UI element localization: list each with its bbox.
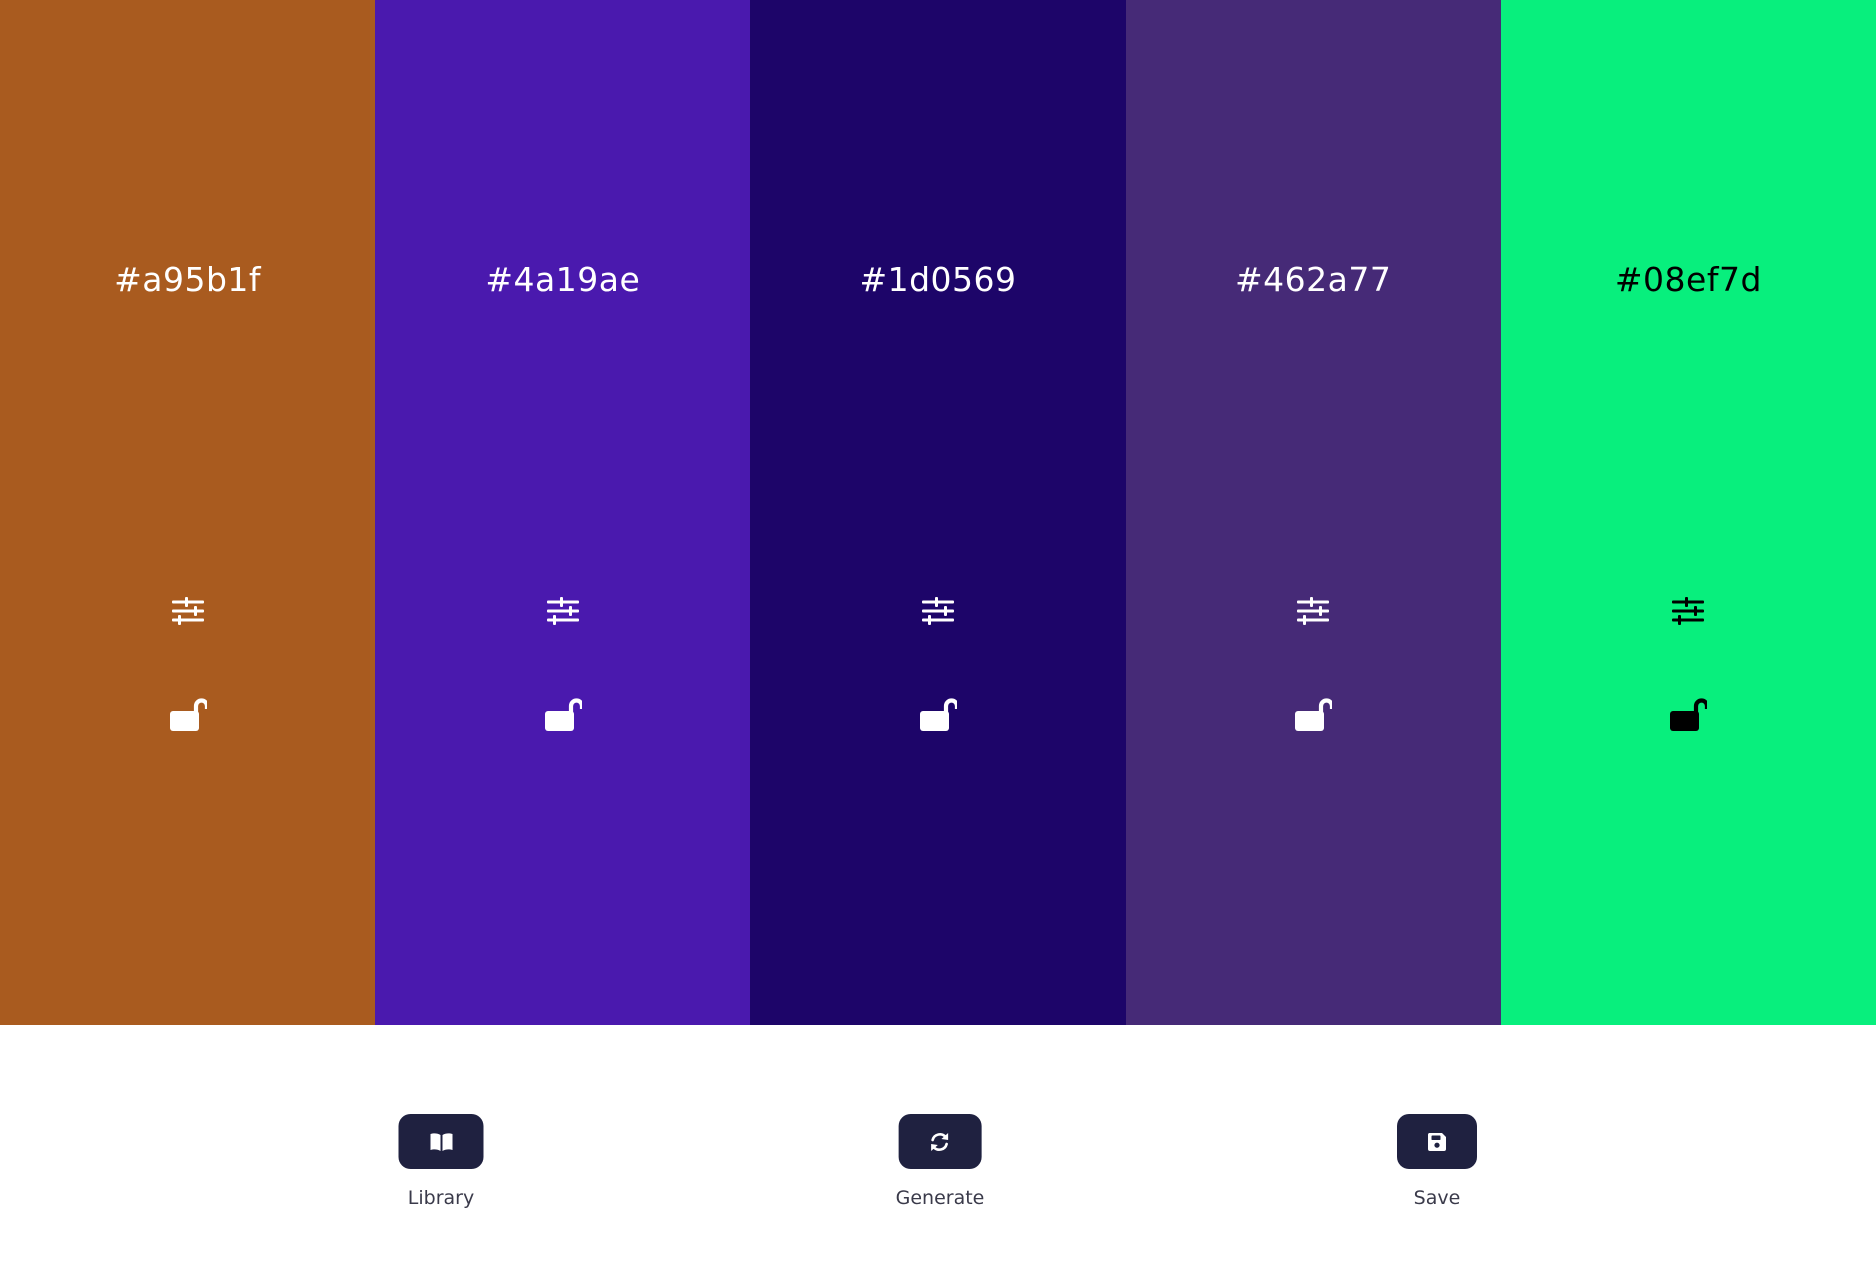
lock-toggle-button[interactable] <box>915 691 961 737</box>
generate-button[interactable] <box>898 1114 982 1169</box>
library-button[interactable] <box>398 1114 484 1169</box>
sliders-icon <box>922 597 954 625</box>
sliders-icon <box>1672 597 1705 625</box>
book-open-icon <box>430 1132 452 1151</box>
refresh-icon <box>931 1132 949 1151</box>
unlocked-padlock-icon <box>920 698 957 731</box>
library-tool: Library <box>398 1114 484 1209</box>
adjust-color-button[interactable] <box>1665 588 1711 634</box>
color-swatch-4: #462a77 <box>1125 0 1501 1025</box>
unlocked-padlock-icon <box>1670 698 1708 731</box>
color-swatch-1: #a95b1f <box>0 0 376 1025</box>
hex-code[interactable]: #4a19ae <box>375 256 750 304</box>
unlocked-padlock-icon <box>169 698 207 731</box>
hex-code[interactable]: #a95b1f <box>0 256 375 304</box>
lock-toggle-button[interactable] <box>165 691 211 737</box>
floppy-disk-icon <box>1427 1132 1446 1151</box>
bottom-toolbar: Library Generate Save <box>0 1025 1876 1281</box>
sliders-icon <box>171 597 204 625</box>
lock-toggle-button[interactable] <box>540 691 586 737</box>
adjust-color-button[interactable] <box>165 588 211 634</box>
hex-code[interactable]: #08ef7d <box>1501 256 1876 304</box>
sliders-icon <box>546 597 579 625</box>
generate-tool: Generate <box>895 1114 985 1209</box>
color-swatch-2: #4a19ae <box>375 0 751 1025</box>
hex-code[interactable]: #462a77 <box>1126 256 1501 304</box>
lock-toggle-button[interactable] <box>1290 691 1336 737</box>
lock-toggle-button[interactable] <box>1665 691 1711 737</box>
adjust-color-button[interactable] <box>915 588 961 634</box>
library-label: Library <box>407 1187 475 1209</box>
save-label: Save <box>1413 1187 1461 1209</box>
unlocked-padlock-icon <box>1295 698 1333 731</box>
color-swatch-5: #08ef7d <box>1500 0 1876 1025</box>
save-tool: Save <box>1397 1114 1477 1209</box>
color-palette: #a95b1f #4a19ae #1d0569 #462a77 #08ef7d <box>0 0 1876 1025</box>
generate-label: Generate <box>895 1187 985 1209</box>
color-swatch-3: #1d0569 <box>750 0 1126 1025</box>
sliders-icon <box>1297 597 1330 625</box>
adjust-color-button[interactable] <box>540 588 586 634</box>
save-button[interactable] <box>1397 1114 1477 1169</box>
adjust-color-button[interactable] <box>1290 588 1336 634</box>
hex-code[interactable]: #1d0569 <box>750 256 1125 304</box>
unlocked-padlock-icon <box>544 698 582 731</box>
